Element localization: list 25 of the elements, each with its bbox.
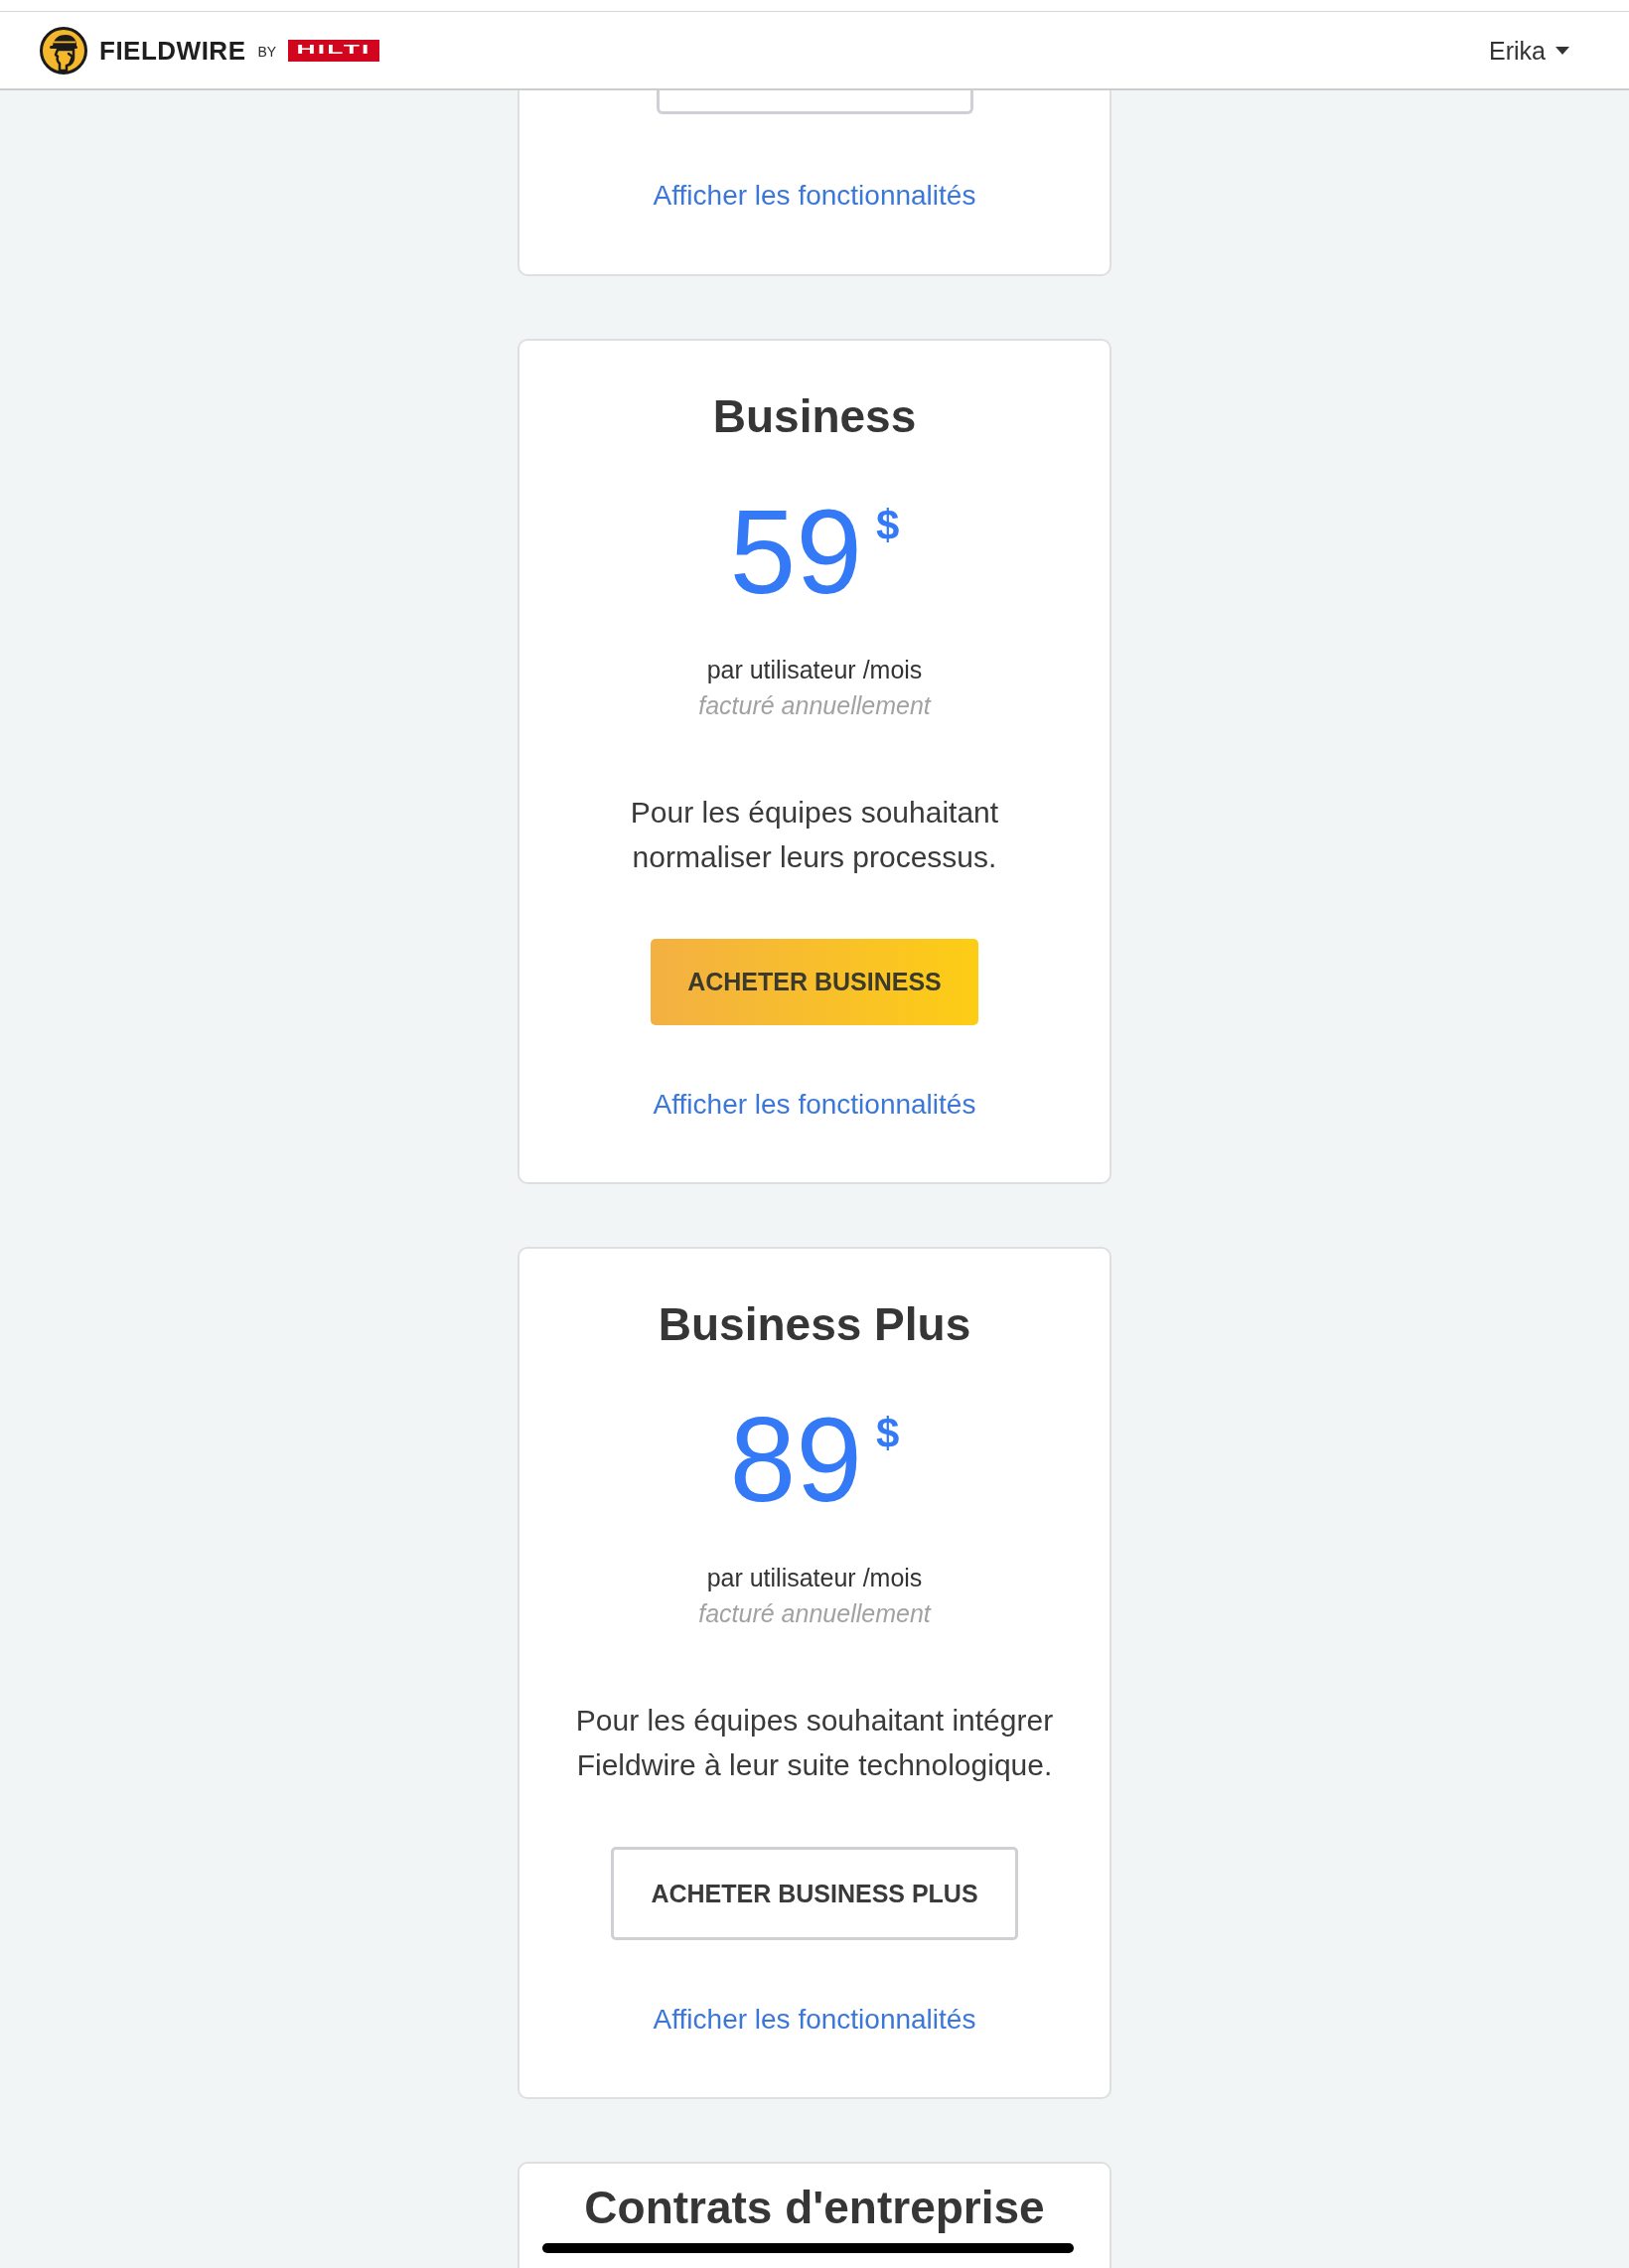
- brand-wordmark: FIELDWIRE: [99, 35, 246, 66]
- plan-title: Contrats d'entreprise: [584, 2181, 1045, 2235]
- features-link[interactable]: Afficher les fonctionnalités: [653, 179, 976, 213]
- price-period: par utilisateur /mois: [706, 655, 923, 685]
- helmet-worker-icon: [40, 26, 87, 75]
- price-amount: 59: [729, 492, 863, 611]
- by-label: BY: [257, 43, 277, 60]
- plan-description: Pour les équipes souhaitant normaliser leurs processus.: [630, 795, 999, 875]
- currency-symbol: $: [876, 505, 900, 546]
- features-link[interactable]: Afficher les fonctionnalités: [653, 1088, 976, 1122]
- user-menu-button[interactable]: Erika: [1489, 35, 1569, 66]
- plan-description: Pour les équipes souhaitant intégrer Fieldwire à leur suite technologique.: [575, 1703, 1054, 1783]
- caret-icon: [1555, 46, 1569, 55]
- plan-button[interactable]: [656, 90, 973, 114]
- plan-title: Business: [712, 389, 917, 444]
- plan-title: Business Plus: [658, 1297, 971, 1352]
- currency-symbol: $: [876, 1413, 900, 1454]
- price-amount: 89: [729, 1400, 863, 1519]
- buy-button[interactable]: ACHETER BUSINESS PLUS: [611, 1847, 1018, 1940]
- features-link[interactable]: Afficher les fonctionnalités: [653, 2003, 976, 2037]
- billing-note: facturé annuellement: [698, 690, 931, 721]
- billing-note: facturé annuellement: [698, 1598, 931, 1629]
- buy-button[interactable]: ACHETER BUSINESS: [651, 939, 978, 1025]
- price-period: par utilisateur /mois: [706, 1563, 923, 1593]
- partner-logo: HILTI: [288, 39, 380, 62]
